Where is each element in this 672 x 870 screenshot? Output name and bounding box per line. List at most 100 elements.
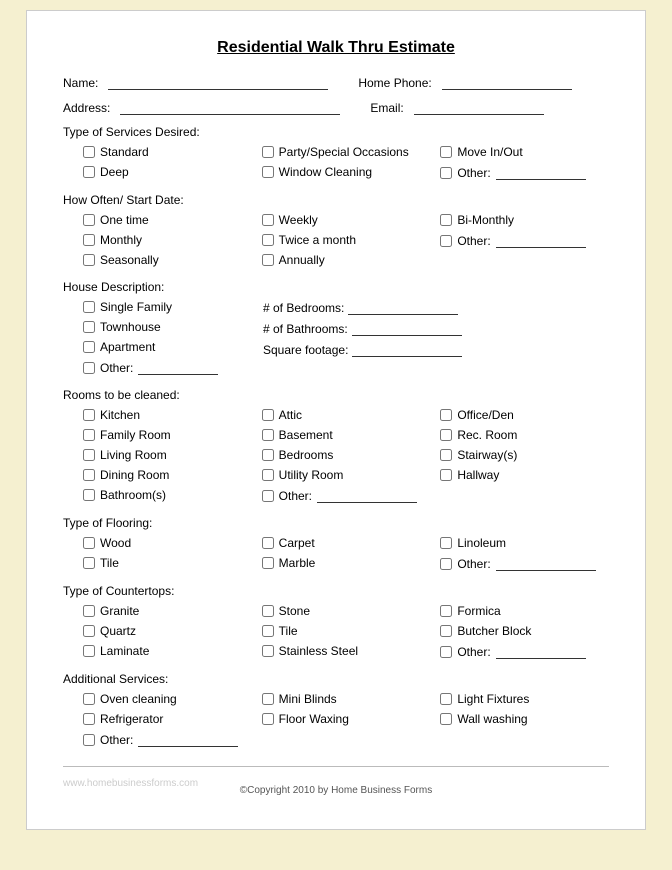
housedesc-types: Single Family Townhouse Apartment Other: (83, 300, 243, 378)
floor-other-input[interactable] (496, 556, 596, 571)
service-window: Window Cleaning (262, 165, 431, 179)
counter-granite-checkbox[interactable] (83, 605, 95, 617)
address-input[interactable] (120, 100, 340, 115)
email-input[interactable] (414, 100, 544, 115)
counter-other-checkbox[interactable] (440, 646, 452, 658)
room-stairways-label: Stairway(s) (457, 448, 517, 462)
freq-seasonally-label: Seasonally (100, 253, 159, 267)
bedrooms-input[interactable] (348, 300, 458, 315)
room-diningroom-checkbox[interactable] (83, 469, 95, 481)
room-other-input[interactable] (317, 488, 417, 503)
house-singlefamily: Single Family (83, 300, 243, 314)
add-refrigerator: Refrigerator (83, 712, 252, 726)
add-other-label: Other: (100, 733, 133, 747)
counter-tile-checkbox[interactable] (262, 625, 274, 637)
add-wallwashing-label: Wall washing (457, 712, 527, 726)
counter-formica: Formica (440, 604, 609, 618)
flooring-col2: Carpet Marble (262, 536, 431, 574)
freq-twicemonth-checkbox[interactable] (262, 234, 274, 246)
house-other-checkbox[interactable] (83, 362, 95, 374)
service-standard-checkbox[interactable] (83, 146, 95, 158)
floor-tile-checkbox[interactable] (83, 557, 95, 569)
add-refrigerator-checkbox[interactable] (83, 713, 95, 725)
room-hallway-checkbox[interactable] (440, 469, 452, 481)
countertops-col1: Granite Quartz Laminate (83, 604, 252, 662)
room-bedrooms-checkbox[interactable] (262, 449, 274, 461)
room-bathrooms: Bathroom(s) (83, 488, 252, 502)
add-other-checkbox[interactable] (83, 734, 95, 746)
counter-quartz-checkbox[interactable] (83, 625, 95, 637)
service-deep-checkbox[interactable] (83, 166, 95, 178)
counter-stone-checkbox[interactable] (262, 605, 274, 617)
service-other-checkbox[interactable] (440, 167, 452, 179)
add-wallwashing-checkbox[interactable] (440, 713, 452, 725)
freq-annually-checkbox[interactable] (262, 254, 274, 266)
service-deep: Deep (83, 165, 252, 179)
house-townhouse-checkbox[interactable] (83, 321, 95, 333)
rooms-label: Rooms to be cleaned: (63, 388, 609, 402)
room-recroom-checkbox[interactable] (440, 429, 452, 441)
email-label: Email: (370, 101, 403, 115)
bathrooms-label: # of Bathrooms: (263, 322, 348, 336)
room-bedrooms: Bedrooms (262, 448, 431, 462)
sqfootage-input[interactable] (352, 342, 462, 357)
floor-linoleum-checkbox[interactable] (440, 537, 452, 549)
room-stairways-checkbox[interactable] (440, 449, 452, 461)
add-floorwaxing-checkbox[interactable] (262, 713, 274, 725)
additional-col2: Mini Blinds Floor Waxing (262, 692, 431, 750)
counter-laminate-checkbox[interactable] (83, 645, 95, 657)
counter-other-label: Other: (457, 645, 490, 659)
room-basement-label: Basement (279, 428, 333, 442)
room-familyroom-checkbox[interactable] (83, 429, 95, 441)
home-phone-input[interactable] (442, 75, 572, 90)
room-other-checkbox[interactable] (262, 490, 274, 502)
floor-other-checkbox[interactable] (440, 558, 452, 570)
add-lightfixtures-checkbox[interactable] (440, 693, 452, 705)
house-other-label: Other: (100, 361, 133, 375)
room-attic-checkbox[interactable] (262, 409, 274, 421)
room-livingroom-checkbox[interactable] (83, 449, 95, 461)
freq-other-checkbox[interactable] (440, 235, 452, 247)
room-kitchen-checkbox[interactable] (83, 409, 95, 421)
name-input[interactable] (108, 75, 328, 90)
floor-marble-label: Marble (279, 556, 316, 570)
counter-other-input[interactable] (496, 644, 586, 659)
room-other-label: Other: (279, 489, 312, 503)
house-apartment-checkbox[interactable] (83, 341, 95, 353)
floor-wood-checkbox[interactable] (83, 537, 95, 549)
service-moveinout-checkbox[interactable] (440, 146, 452, 158)
room-other: Other: (262, 488, 431, 503)
room-utilityroom-label: Utility Room (279, 468, 344, 482)
service-other: Other: (440, 165, 609, 180)
freq-monthly-checkbox[interactable] (83, 234, 95, 246)
room-officeden: Office/Den (440, 408, 609, 422)
counter-butcherblock-checkbox[interactable] (440, 625, 452, 637)
bathrooms-input[interactable] (352, 321, 462, 336)
floor-carpet-checkbox[interactable] (262, 537, 274, 549)
add-ovencleaning-checkbox[interactable] (83, 693, 95, 705)
add-miniblinds-checkbox[interactable] (262, 693, 274, 705)
freq-other-input[interactable] (496, 233, 586, 248)
service-window-checkbox[interactable] (262, 166, 274, 178)
housedesc-container: Single Family Townhouse Apartment Other:… (83, 300, 609, 378)
freq-weekly-checkbox[interactable] (262, 214, 274, 226)
bedrooms-row: # of Bedrooms: (263, 300, 462, 315)
room-officeden-checkbox[interactable] (440, 409, 452, 421)
service-other-label: Other: (457, 166, 490, 180)
service-other-input[interactable] (496, 165, 586, 180)
counter-stainless-checkbox[interactable] (262, 645, 274, 657)
room-basement-checkbox[interactable] (262, 429, 274, 441)
room-bathrooms-checkbox[interactable] (83, 489, 95, 501)
freq-annually-label: Annually (279, 253, 325, 267)
floor-marble-checkbox[interactable] (262, 557, 274, 569)
add-other-input[interactable] (138, 732, 238, 747)
house-other-input[interactable] (138, 360, 218, 375)
freq-bimonthly-checkbox[interactable] (440, 214, 452, 226)
service-party-checkbox[interactable] (262, 146, 274, 158)
howoften-col2: Weekly Twice a month Annually (262, 213, 431, 270)
room-utilityroom-checkbox[interactable] (262, 469, 274, 481)
freq-onetime-checkbox[interactable] (83, 214, 95, 226)
freq-seasonally-checkbox[interactable] (83, 254, 95, 266)
counter-formica-checkbox[interactable] (440, 605, 452, 617)
house-singlefamily-checkbox[interactable] (83, 301, 95, 313)
